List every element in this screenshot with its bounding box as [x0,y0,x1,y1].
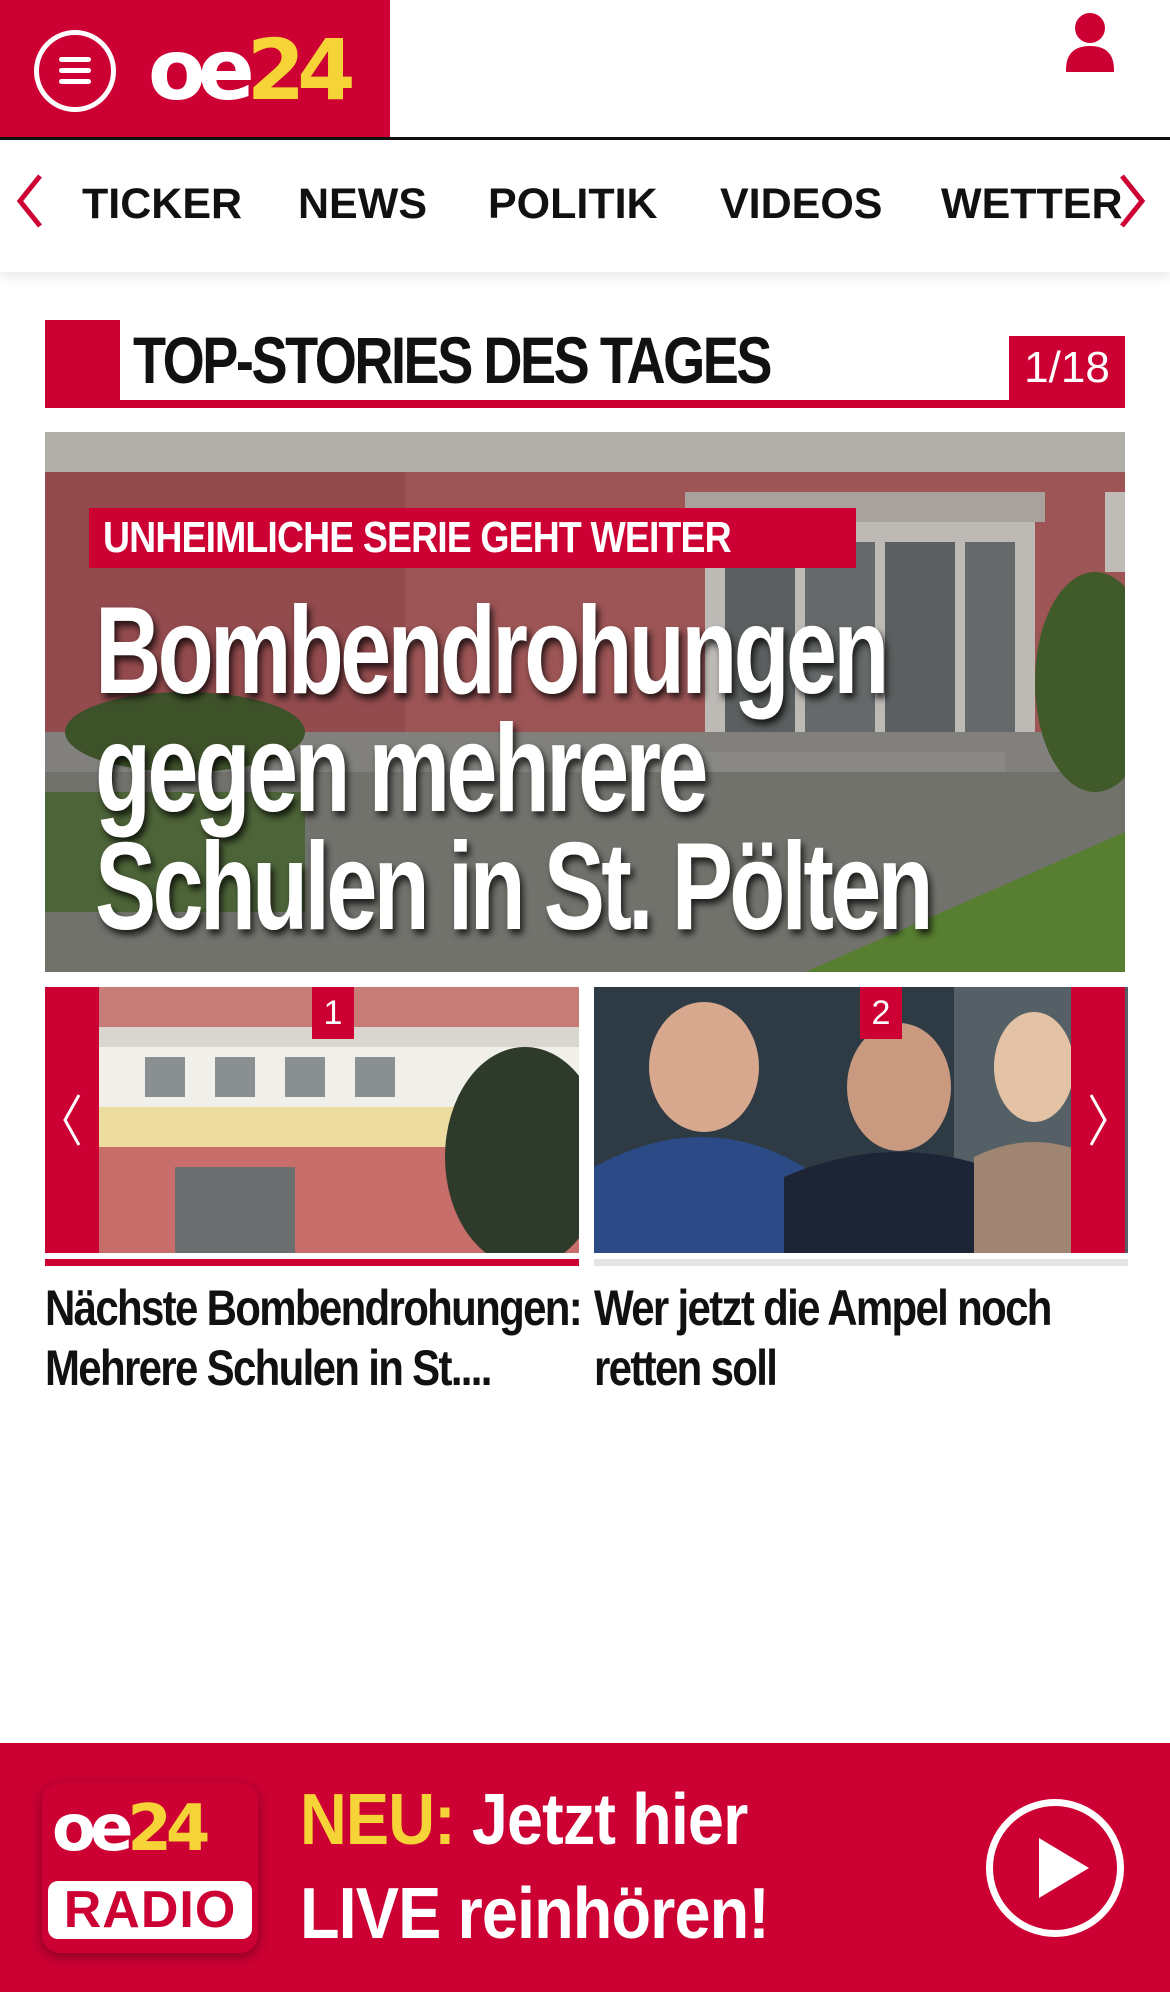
menu-icon[interactable] [34,30,116,112]
story-number-badge: 2 [860,987,902,1039]
story-card[interactable]: 2 Wer jetzt die Ampel noch retten soll [594,987,1128,1398]
user-icon[interactable] [1060,10,1120,80]
radio-new-label: NEU: [300,1780,456,1860]
section-title: TOP-STORIES DES TAGES [133,323,772,397]
slider-next-button[interactable] [1071,987,1125,1253]
section-accent-bar [45,320,120,408]
story-card-active-bar [45,1259,579,1266]
hero-headline: Bombendrohungen gegen mehrere Schulen in… [95,582,934,956]
hero-story[interactable]: UNHEIMLICHE SERIE GEHT WEITER Bombendroh… [45,432,1125,972]
nav-item-videos[interactable]: VIDEOS [720,180,883,229]
nav-item-wetter[interactable]: WETTER [941,180,1123,229]
logo-oe: oe [148,21,255,119]
nav-item-ticker[interactable]: TICKER [82,180,242,229]
chevron-left-icon [63,1094,81,1146]
site-header: oe24 [0,0,1170,140]
radio-logo-label: RADIO [48,1881,252,1939]
category-nav: TICKER NEWS POLITIK VIDEOS WETTER [0,140,1170,272]
radio-banner[interactable]: oe24 RADIO NEU: Jetzt hier LIVE reinhöre… [0,1743,1170,1992]
radio-logo: oe24 RADIO [42,1783,258,1953]
chevron-right-icon [1089,1094,1107,1146]
hero-kicker: UNHEIMLICHE SERIE GEHT WEITER [89,508,856,568]
hero-headline-line: Bombendrohungen [95,582,889,720]
story-number-badge: 1 [312,987,354,1039]
hero-headline-line: Schulen in St. Pölten [95,818,934,956]
slide-counter: 1/18 [1009,336,1125,400]
story-card-image: 2 [594,987,1128,1253]
section-underline [45,400,1125,408]
nav-item-politik[interactable]: POLITIK [488,180,658,229]
brand-block: oe24 [0,0,390,137]
radio-promo-text: NEU: Jetzt hier LIVE reinhören! [300,1773,770,1961]
logo-24: 24 [246,21,356,119]
story-card-title: Wer jetzt die Ampel noch retten soll [594,1280,1052,1396]
story-card-image: 1 [45,987,579,1253]
chevron-right-icon[interactable] [1112,170,1152,232]
radio-line1: Jetzt hier [454,1780,748,1860]
story-card-bar [594,1259,1128,1266]
section-header: TOP-STORIES DES TAGES 1/18 [45,320,1125,408]
story-card[interactable]: 1 Nächste Bombendrohungen: Mehrere Schul… [45,987,583,1398]
radio-line2: LIVE reinhören! [300,1874,770,1954]
hero-headline-line: gegen mehrere [95,700,708,838]
play-icon[interactable] [986,1799,1124,1937]
site-logo[interactable]: oe24 [148,20,356,120]
story-card-title: Nächste Bombendrohungen: Mehrere Schulen… [45,1280,583,1396]
chevron-left-icon[interactable] [10,170,50,232]
nav-item-news[interactable]: NEWS [298,180,427,229]
slider-prev-button[interactable] [45,987,99,1253]
radio-logo-wordmark: oe24 [52,1792,210,1866]
